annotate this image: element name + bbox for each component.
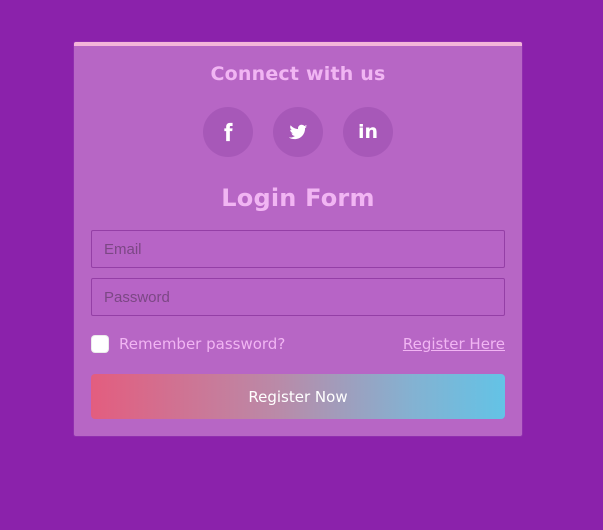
twitter-icon [287, 121, 309, 143]
form-options-row: Remember password? Register Here [91, 332, 505, 356]
register-now-button[interactable]: Register Now [91, 374, 505, 419]
facebook-button[interactable] [203, 107, 253, 157]
facebook-icon [217, 121, 239, 143]
linkedin-button[interactable]: in [343, 107, 393, 157]
register-here-link[interactable]: Register Here [403, 335, 505, 353]
login-card: Connect with us in Login Form Rememb [74, 42, 522, 436]
email-field[interactable] [91, 230, 505, 268]
register-now-label: Register Now [248, 387, 348, 406]
remember-password-label: Remember password? [119, 335, 286, 353]
password-field[interactable] [91, 278, 505, 316]
card-top-strip [74, 42, 522, 46]
social-buttons-row: in [74, 107, 522, 157]
linkedin-icon: in [357, 121, 379, 143]
twitter-button[interactable] [273, 107, 323, 157]
connect-title: Connect with us [210, 63, 386, 85]
login-form-title: Login Form [221, 184, 375, 212]
remember-password[interactable]: Remember password? [91, 335, 285, 353]
remember-password-checkbox[interactable] [91, 335, 109, 353]
